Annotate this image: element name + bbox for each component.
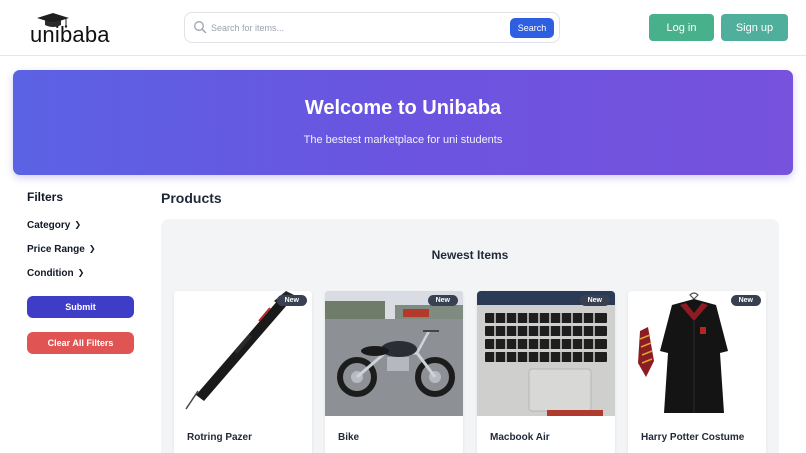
- signup-button[interactable]: Sign up: [721, 14, 788, 41]
- filter-category-label: Category: [27, 220, 71, 231]
- hero-subtitle: The bestest marketplace for uni students: [303, 134, 503, 146]
- motorcycle-image: [325, 291, 463, 416]
- filter-category[interactable]: Category ❯: [27, 220, 81, 231]
- products-panel: Newest Items New Rotring Pazer New Bike …: [161, 219, 779, 453]
- logo-text: unibaba: [30, 22, 110, 47]
- search-bar: Search: [184, 12, 560, 43]
- products-title: Products: [161, 190, 222, 206]
- search-input[interactable]: [211, 18, 501, 38]
- search-icon: [194, 21, 207, 34]
- new-badge: New: [730, 295, 761, 306]
- new-badge: New: [579, 295, 610, 306]
- top-navbar: unibaba Search Log in Sign up: [0, 0, 806, 56]
- submit-filters-button[interactable]: Submit: [27, 296, 134, 318]
- product-card[interactable]: New Harry Potter Costume: [628, 291, 766, 453]
- logo[interactable]: unibaba: [30, 12, 110, 47]
- product-card[interactable]: New Rotring Pazer: [174, 291, 312, 453]
- chevron-down-icon: ❯: [77, 268, 85, 277]
- newest-items-title: Newest Items: [431, 248, 509, 262]
- filter-condition-label: Condition: [27, 268, 74, 279]
- product-title[interactable]: Rotring Pazer: [187, 431, 305, 444]
- filter-price-range[interactable]: Price Range ❯: [27, 244, 96, 255]
- filters-title: Filters: [27, 190, 64, 204]
- new-badge: New: [276, 295, 307, 306]
- product-card[interactable]: New Macbook Air: [477, 291, 615, 453]
- new-badge: New: [427, 295, 458, 306]
- product-image: New: [174, 291, 312, 416]
- robe-and-tie-image: [638, 292, 728, 413]
- hero-banner: Welcome to Unibaba The bestest marketpla…: [13, 70, 793, 175]
- laptop-keyboard-image: [477, 291, 615, 416]
- search-button[interactable]: Search: [510, 18, 554, 38]
- clear-filters-button[interactable]: Clear All Filters: [27, 332, 134, 354]
- login-button[interactable]: Log in: [649, 14, 714, 41]
- chevron-down-icon: ❯: [88, 244, 96, 253]
- filter-price-range-label: Price Range: [27, 244, 85, 255]
- product-title[interactable]: Bike: [338, 431, 456, 444]
- product-image: New: [628, 291, 766, 416]
- product-image: New: [325, 291, 463, 416]
- product-title[interactable]: Macbook Air: [490, 431, 608, 444]
- hero-title: Welcome to Unibaba: [304, 97, 502, 119]
- filter-condition[interactable]: Condition ❯: [27, 268, 84, 279]
- product-card[interactable]: New Bike: [325, 291, 463, 453]
- product-title[interactable]: Harry Potter Costume: [641, 431, 759, 444]
- product-image: New: [477, 291, 615, 416]
- pen-image: [185, 291, 294, 410]
- chevron-down-icon: ❯: [74, 220, 82, 229]
